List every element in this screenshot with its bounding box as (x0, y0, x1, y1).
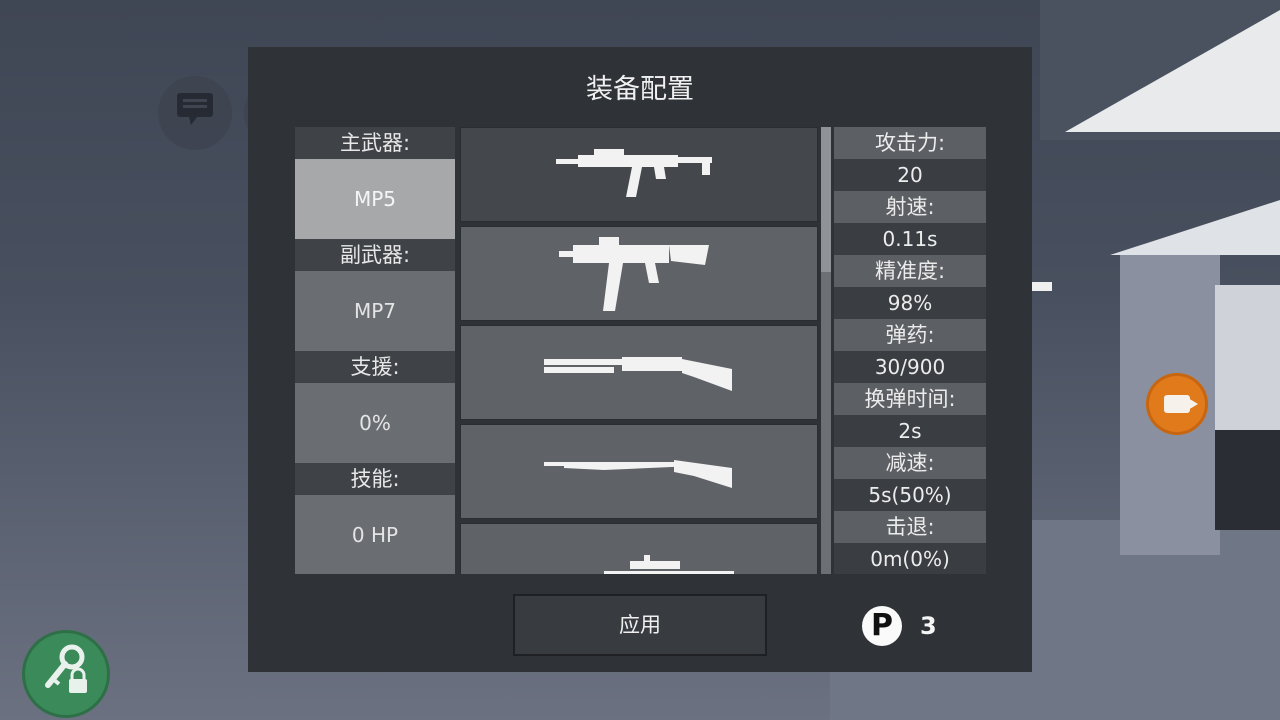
background-desk (1215, 430, 1280, 530)
fire-rate-value: 0.11s (834, 223, 986, 255)
unlock-button[interactable] (22, 630, 110, 718)
reload-time-label: 换弹时间: (834, 383, 986, 415)
attack-value: 20 (834, 159, 986, 191)
sniper-rifle-icon (544, 541, 734, 574)
weapon-option[interactable] (460, 523, 818, 574)
support-slot[interactable]: 0% (295, 383, 455, 463)
knockback-label: 击退: (834, 511, 986, 543)
points-icon: P (862, 606, 902, 646)
shotgun-icon (544, 351, 734, 395)
secondary-weapon-label: 副武器: (295, 239, 455, 271)
slow-label: 减速: (834, 447, 986, 479)
weapon-option[interactable] (460, 226, 818, 321)
submachine-gun-mp5-icon (554, 145, 724, 205)
attack-label: 攻击力: (834, 127, 986, 159)
chat-button[interactable] (158, 76, 232, 150)
record-video-button[interactable] (1146, 373, 1208, 435)
accuracy-label: 精准度: (834, 255, 986, 287)
chat-icon (175, 91, 215, 136)
reload-time-value: 2s (834, 415, 986, 447)
weapon-option[interactable] (460, 424, 818, 519)
dialog-title: 装备配置 (586, 74, 694, 105)
loadout-dialog: 装备配置 主武器: MP5 副武器: MP7 支援: 0% 技能: 0 HP 攻… (248, 47, 1032, 672)
primary-weapon-label: 主武器: (295, 127, 455, 159)
ammo-value: 30/900 (834, 351, 986, 383)
support-label: 支援: (295, 351, 455, 383)
ceiling-light (1110, 200, 1280, 255)
submachine-gun-ump-icon (559, 231, 719, 317)
accuracy-value: 98% (834, 287, 986, 319)
weapon-option[interactable] (460, 325, 818, 420)
weapon-option[interactable] (460, 127, 818, 222)
weapon-list (460, 127, 818, 574)
points-display: P 3 (862, 605, 937, 647)
scrollbar-thumb[interactable] (821, 127, 831, 272)
key-lock-icon (38, 641, 94, 708)
background-light-strip (1030, 282, 1052, 291)
fire-rate-label: 射速: (834, 191, 986, 223)
primary-weapon-slot[interactable]: MP5 (295, 159, 455, 239)
knockback-value: 0m(0%) (834, 543, 986, 574)
points-value: 3 (920, 612, 937, 640)
skill-label: 技能: (295, 463, 455, 495)
video-camera-icon (1164, 395, 1198, 413)
apply-button[interactable]: 应用 (513, 594, 767, 656)
secondary-weapon-slot[interactable]: MP7 (295, 271, 455, 351)
ammo-label: 弹药: (834, 319, 986, 351)
weapon-stats: 攻击力: 20 射速: 0.11s 精准度: 98% 弹药: 30/900 换弹… (834, 127, 986, 574)
skill-slot[interactable]: 0 HP (295, 495, 455, 574)
slow-value: 5s(50%) (834, 479, 986, 511)
weapon-list-scrollbar[interactable] (821, 127, 831, 574)
loadout-slots: 主武器: MP5 副武器: MP7 支援: 0% 技能: 0 HP (295, 127, 455, 574)
bolt-action-rifle-icon (544, 454, 734, 490)
